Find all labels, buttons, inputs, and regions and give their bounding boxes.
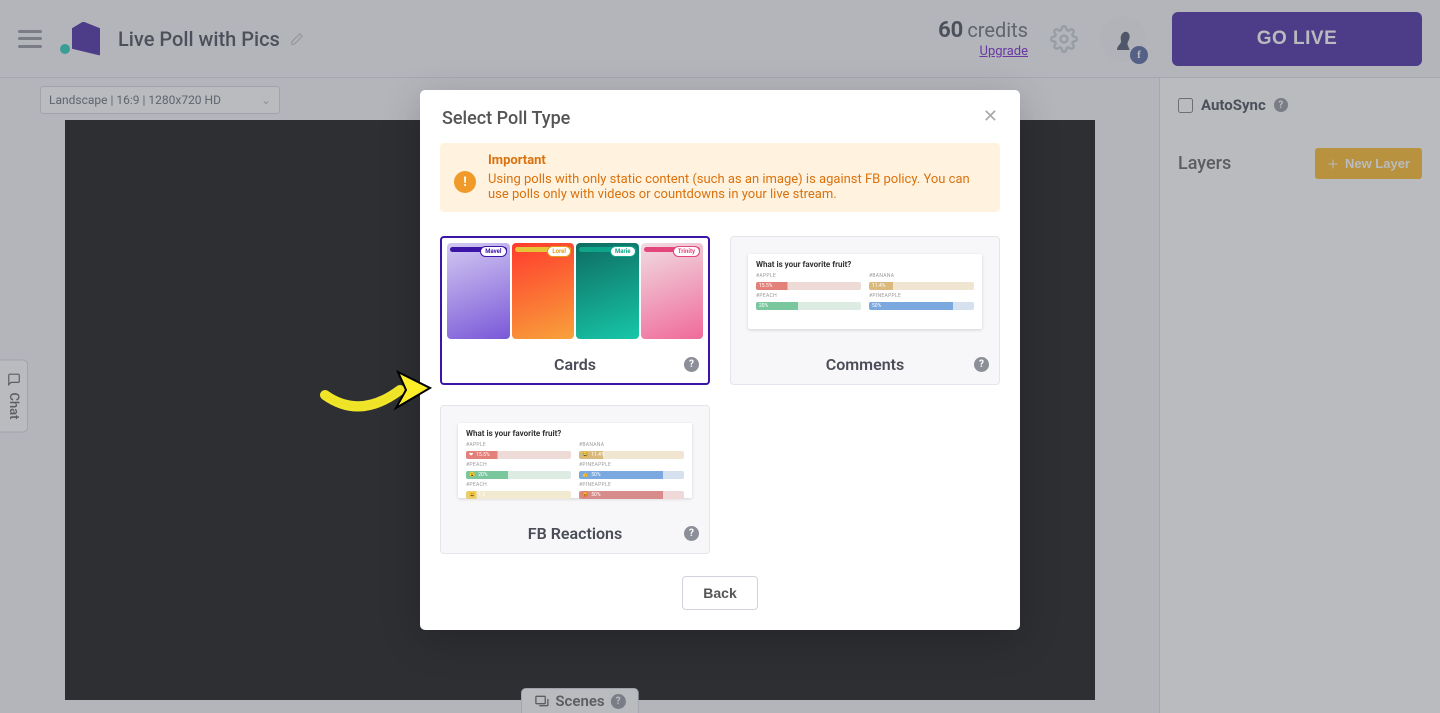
close-icon[interactable]: ✕ bbox=[983, 108, 998, 126]
help-icon[interactable]: ? bbox=[684, 357, 699, 372]
preview-question: What is your favorite fruit? bbox=[466, 429, 684, 438]
modal-title: Select Poll Type bbox=[442, 108, 570, 129]
modal-overlay[interactable]: Select Poll Type ✕ ! Important Using pol… bbox=[0, 0, 1440, 713]
poll-option-cards[interactable]: Mavel Lorel Marie Trinity Cards ? bbox=[440, 236, 710, 385]
back-button[interactable]: Back bbox=[682, 576, 757, 610]
poll-option-name: FB Reactions bbox=[528, 524, 622, 543]
card-tag: Trinity bbox=[673, 246, 700, 257]
poll-option-name: Cards bbox=[554, 355, 596, 374]
poll-type-modal: Select Poll Type ✕ ! Important Using pol… bbox=[420, 90, 1020, 630]
poll-option-comments[interactable]: What is your favorite fruit? #APPLE 15.5… bbox=[730, 236, 1000, 385]
warning-icon: ! bbox=[454, 171, 476, 193]
card-tag: Mavel bbox=[480, 246, 506, 257]
card-tag: Lorel bbox=[547, 246, 571, 257]
alert-heading: Important bbox=[488, 153, 986, 168]
card-tag: Marie bbox=[610, 246, 636, 257]
help-icon[interactable]: ? bbox=[974, 357, 989, 372]
policy-alert: ! Important Using polls with only static… bbox=[440, 143, 1000, 212]
poll-option-fb-reactions[interactable]: What is your favorite fruit? #APPLE ❤15.… bbox=[440, 405, 710, 554]
preview-question: What is your favorite fruit? bbox=[756, 260, 974, 269]
help-icon[interactable]: ? bbox=[684, 526, 699, 541]
poll-option-name: Comments bbox=[826, 355, 904, 374]
alert-body: Using polls with only static content (su… bbox=[488, 172, 986, 202]
